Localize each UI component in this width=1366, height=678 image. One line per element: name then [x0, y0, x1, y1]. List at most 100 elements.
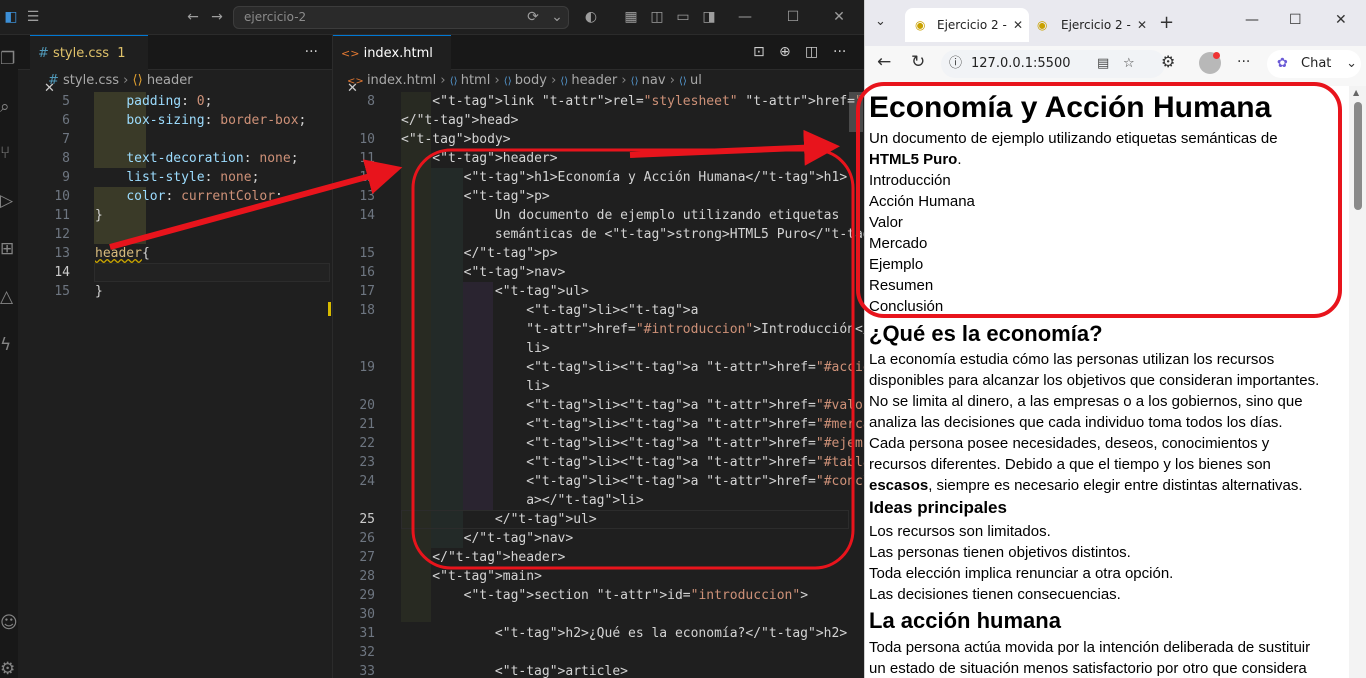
code-line: </"t-tag">ul>	[401, 512, 597, 527]
line-number: 29	[359, 588, 375, 603]
code-line: <"t-tag">h2>¿Qué es la economía?</"t-tag…	[401, 626, 848, 641]
tab-style-css[interactable]: # style.css 1 ✕	[30, 35, 148, 96]
nav-link[interactable]: Introducción	[869, 170, 951, 191]
code-line: <"t-tag">body>	[401, 132, 511, 147]
menu-icon[interactable]: ☰	[22, 0, 44, 35]
command-center[interactable]: ejercicio-2	[233, 6, 569, 29]
line-number: 17	[359, 284, 375, 299]
line-number: 15	[359, 246, 375, 261]
new-tab-icon[interactable]: +	[1159, 12, 1174, 33]
tab-close-icon[interactable]: ✕	[1137, 8, 1147, 42]
browser-tab-active[interactable]: ◉ Ejercicio 2 - ✕	[905, 8, 1029, 42]
nav-link[interactable]: Conclusión	[869, 296, 943, 317]
close-icon[interactable]: ✕	[828, 0, 850, 35]
breadcrumb-item[interactable]: header	[571, 73, 617, 88]
code-editor-html[interactable]: 8 <"t-tag">link "t-attr">rel="stylesheet…	[333, 92, 1152, 678]
back-arrow-icon[interactable]: ←	[182, 0, 204, 35]
lightning-icon[interactable]: ϟ	[0, 335, 18, 361]
page-scrollbar[interactable]: ▲	[1349, 86, 1366, 678]
breadcrumb-item[interactable]: header	[147, 73, 193, 88]
breadcrumb-item[interactable]: nav	[642, 73, 666, 88]
subheading: Ideas principales	[869, 498, 1007, 517]
line-number: 7	[62, 132, 70, 147]
minimize-icon[interactable]: —	[734, 0, 756, 35]
paragraph-line: disponibles para alcanzar los objetivos …	[869, 372, 1320, 389]
maximize-icon[interactable]: ☐	[782, 0, 804, 35]
page-title: Economía y Acción Humana	[869, 91, 1272, 124]
run-debug-icon[interactable]: ▷	[0, 191, 18, 217]
toggle-panel-icon[interactable]: ▭	[672, 0, 694, 35]
titlebar: ◧ ☰ ← → ejercicio-2 ⟳ ⌄ ◐ ▦ ◫ ▭ ◨ — ☐ ✕	[0, 0, 864, 35]
scroll-up-icon[interactable]: ▲	[1353, 88, 1359, 97]
forward-arrow-icon[interactable]: →	[206, 0, 228, 35]
source-control-icon[interactable]: ⑂	[0, 143, 18, 169]
accounts-icon[interactable]: ◐	[580, 0, 602, 35]
browser-tab[interactable]: ◉ Ejercicio 2 - ✕	[1029, 8, 1153, 42]
more-actions-icon[interactable]: ···	[833, 35, 846, 70]
favorite-star-icon[interactable]: ☆	[1123, 50, 1135, 78]
back-icon[interactable]: ←	[877, 52, 891, 72]
account-icon[interactable]: ☺	[0, 613, 18, 639]
extensions-icon[interactable]: ⚙	[1161, 52, 1175, 71]
toggle-sidebar-icon[interactable]: ◫	[646, 0, 668, 35]
chevron-down-icon[interactable]: ⌄	[1346, 50, 1357, 78]
tab-index-html[interactable]: <> index.html ✕	[333, 35, 451, 96]
globe-icon[interactable]: ⊕	[779, 35, 791, 70]
editor-pane-html: <> index.html ✕ ⊡ ⊕ ◫ ··· <> index.html …	[332, 35, 1152, 678]
layout-icon[interactable]: ▦	[620, 0, 642, 35]
element-icon: ⟨⟩	[503, 76, 515, 87]
line-number: 15	[54, 284, 70, 299]
nav-link[interactable]: Resumen	[869, 275, 933, 296]
open-preview-icon[interactable]: ⊡	[753, 35, 765, 70]
line-number: 18	[359, 303, 375, 318]
breadcrumb-item[interactable]: style.css	[63, 73, 119, 88]
more-options-icon[interactable]: ···	[1237, 54, 1250, 70]
breadcrumb-item[interactable]: body	[515, 73, 547, 88]
nav-link[interactable]: Ejemplo	[869, 254, 923, 275]
breadcrumb-item[interactable]: ul	[690, 73, 702, 88]
reader-icon[interactable]: ▤	[1097, 50, 1109, 78]
breadcrumb-item[interactable]: html	[461, 73, 491, 88]
line-number: 26	[359, 531, 375, 546]
minimize-icon[interactable]: —	[1245, 12, 1259, 28]
paragraph-line: analiza las decisiones que cada individu…	[869, 414, 1283, 431]
code-line: <"t-tag">ul>	[401, 284, 589, 299]
close-icon[interactable]: ✕	[1335, 12, 1347, 28]
selector-icon: ⟨⟩	[132, 73, 143, 88]
more-actions-icon[interactable]: ···	[305, 35, 318, 70]
chevron-down-icon[interactable]: ⌄	[546, 0, 568, 35]
code-line: padding: 0;	[126, 94, 213, 109]
current-line-highlight	[94, 263, 330, 282]
settings-gear-icon[interactable]: ⚙	[0, 659, 18, 678]
maximize-icon[interactable]: ☐	[1289, 12, 1302, 28]
address-bar[interactable]: ⓘ 127.0.0.1:5500 ▤ ☆	[941, 50, 1165, 78]
notification-dot	[1213, 52, 1220, 59]
copilot-icon[interactable]: ⟳	[522, 0, 544, 35]
html-file-icon: <>	[341, 47, 360, 60]
code-editor-css[interactable]: 5 padding: 0; 6 box-sizing: border-box; 7 8…	[18, 92, 332, 678]
web-page: Economía y Acción Humana Un documento de…	[865, 86, 1349, 678]
nav-link[interactable]: Mercado	[869, 233, 927, 254]
reload-icon[interactable]: ↻	[911, 52, 925, 72]
vscode-logo-icon: ◧	[4, 9, 18, 25]
code-line: header{	[95, 246, 150, 261]
tab-list-chevron-icon[interactable]: ⌄	[875, 14, 886, 29]
nav-link[interactable]: Valor	[869, 212, 903, 233]
chat-button[interactable]: ✿ Chat ⌄	[1267, 50, 1361, 78]
extensions-icon[interactable]: ⊞	[0, 239, 18, 265]
toggle-secondary-icon[interactable]: ◨	[698, 0, 720, 35]
code-line: li>	[401, 341, 550, 356]
explorer-icon[interactable]: ❐	[0, 49, 18, 75]
warning-icon[interactable]: △	[0, 287, 18, 313]
paragraph-line: La economía estudia cómo las personas ut…	[869, 351, 1275, 368]
search-icon[interactable]: ⌕	[0, 97, 18, 123]
nav-link[interactable]: Acción Humana	[869, 191, 975, 212]
breadcrumb-item[interactable]: index.html	[367, 73, 436, 88]
favicon-icon: ◉	[1037, 18, 1048, 32]
line-number: 19	[359, 360, 375, 375]
tab-strip-left: # style.css 1 ✕ ···	[18, 35, 332, 96]
line-number: 6	[62, 113, 70, 128]
tab-close-icon[interactable]: ✕	[1013, 8, 1023, 42]
split-editor-icon[interactable]: ◫	[805, 35, 818, 70]
scrollbar-thumb[interactable]	[1354, 102, 1362, 210]
